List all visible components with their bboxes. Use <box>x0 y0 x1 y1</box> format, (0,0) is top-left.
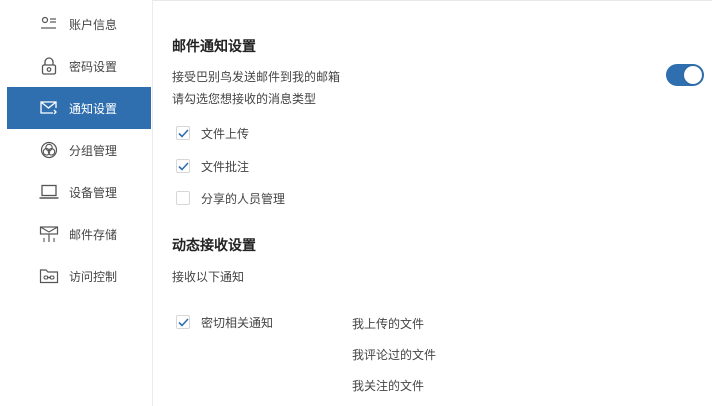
related-item-my-follows: 我关注的文件 <box>352 379 425 393</box>
sidebar-item-label: 设备管理 <box>69 185 118 200</box>
laptop-icon <box>38 181 60 203</box>
lock-icon <box>38 55 60 77</box>
settings-window: 账户信息 密码设置 通知设置 分组管理 设备管理 邮件存储 访问控制 邮件通知设… <box>0 0 712 406</box>
receive-email-toggle[interactable] <box>666 64 704 86</box>
sidebar-item-label: 邮件存储 <box>69 227 118 242</box>
receive-email-label: 接受巴别鸟发送邮件到我的邮箱 <box>172 70 341 84</box>
checkbox[interactable] <box>176 191 190 205</box>
option-label: 文件上传 <box>201 126 250 141</box>
sidebar-item-account-info[interactable]: 账户信息 <box>7 3 151 45</box>
checkbox[interactable] <box>176 126 190 140</box>
option-label: 分享的人员管理 <box>201 191 286 206</box>
checkbox[interactable] <box>176 315 190 329</box>
mail-notification-icon <box>38 97 60 119</box>
sidebar: 账户信息 密码设置 通知设置 分组管理 设备管理 邮件存储 访问控制 <box>0 0 153 406</box>
dynamic-section-title: 动态接收设置 <box>172 238 256 254</box>
option-label: 密切相关通知 <box>201 315 274 330</box>
folder-link-icon <box>38 265 60 287</box>
option-label: 文件批注 <box>201 159 250 174</box>
receive-following-hint: 接收以下通知 <box>172 270 245 284</box>
option-share-member-management[interactable]: 分享的人员管理 <box>176 189 285 207</box>
sidebar-item-mail-storage[interactable]: 邮件存储 <box>7 213 151 255</box>
select-type-hint: 请勾选您想接收的消息类型 <box>172 92 317 106</box>
mail-storage-icon <box>38 223 60 245</box>
option-related-notifications[interactable]: 密切相关通知 <box>176 313 273 331</box>
email-section-title: 邮件通知设置 <box>172 39 256 55</box>
sidebar-item-notification[interactable]: 通知设置 <box>7 87 151 129</box>
option-file-annotation[interactable]: 文件批注 <box>176 157 249 175</box>
toggle-knob <box>684 66 702 84</box>
option-file-upload[interactable]: 文件上传 <box>176 124 249 142</box>
sidebar-item-label: 访问控制 <box>69 269 118 284</box>
account-list-icon <box>38 13 60 35</box>
sidebar-item-label: 分组管理 <box>69 143 118 158</box>
group-circles-icon <box>38 139 60 161</box>
sidebar-item-device[interactable]: 设备管理 <box>7 171 151 213</box>
sidebar-item-label: 账户信息 <box>69 17 118 32</box>
related-item-my-uploads: 我上传的文件 <box>352 317 425 331</box>
sidebar-item-access-control[interactable]: 访问控制 <box>7 255 151 297</box>
sidebar-item-label: 密码设置 <box>69 59 118 74</box>
sidebar-item-group[interactable]: 分组管理 <box>7 129 151 171</box>
sidebar-item-password[interactable]: 密码设置 <box>7 45 151 87</box>
checkbox[interactable] <box>176 159 190 173</box>
settings-content: 邮件通知设置 接受巴别鸟发送邮件到我的邮箱 请勾选您想接收的消息类型 文件上传 … <box>153 0 712 406</box>
related-item-my-comments: 我评论过的文件 <box>352 348 437 362</box>
sidebar-item-label: 通知设置 <box>69 101 118 116</box>
